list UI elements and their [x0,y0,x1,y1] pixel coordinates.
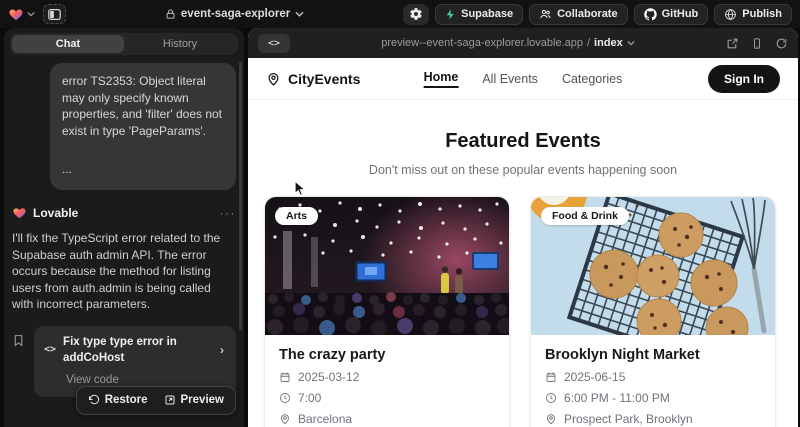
nav-all-events[interactable]: All Events [482,72,538,86]
device-icon [751,37,763,50]
category-badge: Arts [275,207,318,225]
calendar-icon [279,371,291,383]
event-location: Barcelona [279,412,495,426]
version-actions: Restore Preview [76,386,236,415]
lock-icon [165,8,176,20]
section-title: Featured Events [248,130,798,153]
preview-url-bar[interactable]: preview--event-saga-explorer.lovable.app… [298,37,718,49]
refresh-button[interactable] [775,37,788,50]
featured-section: Featured Events Don't miss out on these … [248,130,798,177]
project-name-menu[interactable]: event-saga-explorer [74,8,395,20]
event-image-conference: Arts [265,197,509,335]
brand-logo[interactable]: CityEvents [266,71,360,87]
mobile-view-button[interactable] [751,37,763,50]
restore-icon [88,394,100,406]
code-view-toggle[interactable]: <> [258,34,290,53]
sidebar-toggle-button[interactable] [43,4,66,24]
event-time: 7:00 [279,391,495,405]
chat-thread: error TS2353: Object literal may only sp… [12,63,236,427]
clock-icon [279,392,291,404]
event-card[interactable]: Food & Drink Brooklyn Night Market 2025-… [530,196,776,427]
refresh-icon [775,37,788,50]
tab-chat[interactable]: Chat [12,35,124,53]
supabase-bolt-icon [445,8,456,21]
event-cards: Arts The crazy party 2025-03-12 7:00 Bar… [248,196,798,427]
event-title: The crazy party [279,347,495,363]
tab-history[interactable]: History [124,35,236,53]
github-icon [644,8,657,21]
assistant-intro: I'll fix the TypeScript error related to… [12,230,236,313]
gear-icon [409,7,423,21]
site-nav: Home All Events Categories [424,70,623,88]
clock-icon [545,392,557,404]
settings-button[interactable] [403,4,429,25]
github-button[interactable]: GitHub [634,4,709,25]
event-card[interactable]: Arts The crazy party 2025-03-12 7:00 Bar… [264,196,510,427]
publish-button[interactable]: Publish [714,4,792,25]
globe-icon [724,8,737,21]
sidebar-tabs: Chat History [10,33,238,55]
open-in-new-tab-button[interactable] [726,37,739,50]
assistant-name: Lovable [33,205,78,222]
site-header: CityEvents Home All Events Categories Si… [248,58,798,100]
preview-toolbar: <> preview--event-saga-explorer.lovable.… [248,28,798,58]
event-title: Brooklyn Night Market [545,347,761,363]
top-bar: event-saga-explorer Supabase Collaborate… [0,0,800,28]
lovable-heart-icon [8,7,24,22]
event-date: 2025-06-15 [545,370,761,384]
assistant-header: Lovable ··· [12,205,236,222]
user-message: error TS2353: Object literal may only sp… [50,63,236,190]
map-pin-icon [545,413,557,425]
event-location: Prospect Park, Brooklyn [545,412,761,426]
event-image-cookies: Food & Drink [531,197,775,335]
sign-in-button[interactable]: Sign In [708,65,780,93]
section-subtitle: Don't miss out on these popular events h… [248,163,798,177]
site-preview: CityEvents Home All Events Categories Si… [248,58,798,427]
preview-button[interactable]: Preview [164,392,224,409]
open-preview-icon [164,394,176,406]
project-name: event-saga-explorer [181,8,290,20]
preview-panel: <> preview--event-saga-explorer.lovable.… [248,28,798,427]
user-message-more: ... [62,161,224,178]
bookmark-icon[interactable] [12,333,25,348]
nav-home[interactable]: Home [424,70,459,88]
users-icon [539,8,552,20]
chat-sidebar: Chat History error TS2353: Object litera… [4,28,244,427]
restore-button[interactable]: Restore [88,392,148,409]
panel-icon [48,8,61,21]
preview-route: index [594,37,623,49]
sidebar-scrollbar[interactable] [239,62,242,330]
mouse-cursor [294,180,307,197]
user-message-text: error TS2353: Object literal may only sp… [62,73,224,139]
supabase-button[interactable]: Supabase [435,4,523,25]
lovable-heart-icon [12,206,27,220]
preview-url: preview--event-saga-explorer.lovable.app [381,37,583,49]
map-pin-icon [279,413,291,425]
collaborate-button[interactable]: Collaborate [529,4,628,25]
calendar-icon [545,371,557,383]
lovable-logo-menu[interactable] [8,7,35,22]
message-menu-button[interactable]: ··· [220,205,237,222]
chevron-down-icon [295,11,304,17]
chevron-right-icon: › [220,342,224,359]
code-icon: <> [44,342,56,359]
chevron-down-icon [27,11,35,17]
chevron-down-icon [627,40,635,46]
event-date: 2025-03-12 [279,370,495,384]
code-card-title: Fix type type error in addCoHost [63,334,211,367]
category-badge: Food & Drink [541,207,629,225]
external-link-icon [726,37,739,50]
nav-categories[interactable]: Categories [562,72,622,86]
event-time: 6:00 PM - 11:00 PM [545,391,761,405]
map-pin-icon [266,71,281,87]
